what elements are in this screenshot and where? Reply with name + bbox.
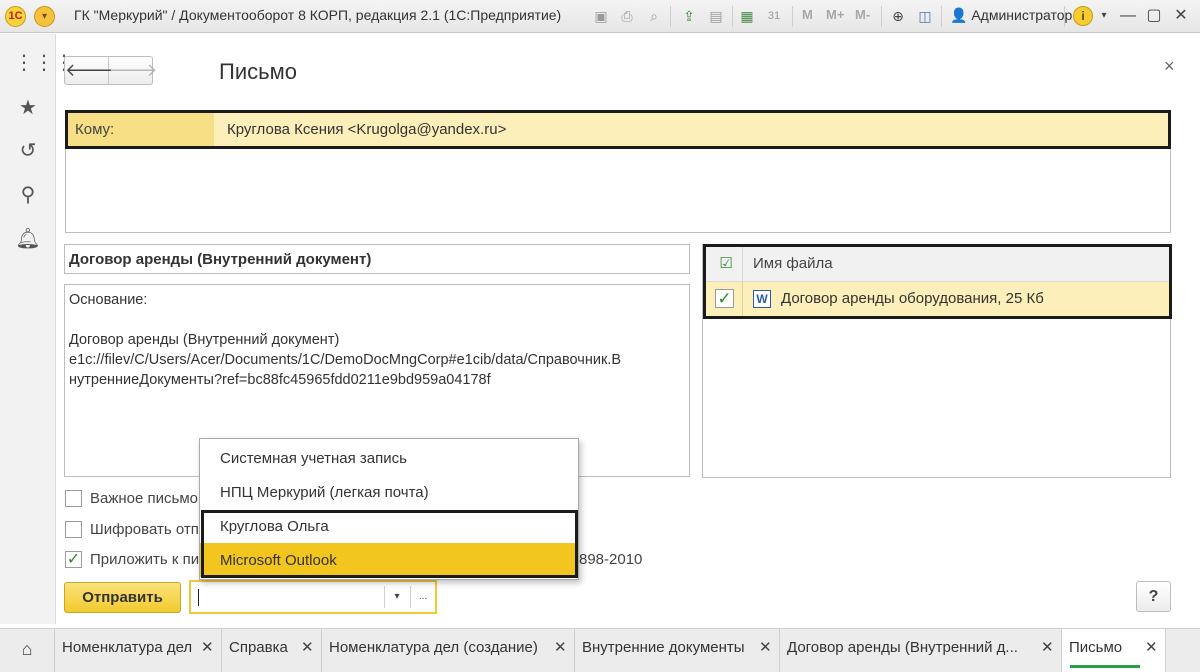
tab-label: Письмо: [1069, 639, 1123, 656]
preview-icon[interactable]: ⌕: [645, 6, 663, 26]
recipient-row[interactable]: Кому: Круглова Ксения <Krugolga@yandex.r…: [65, 110, 1171, 149]
apps-grid-icon[interactable]: ⋮⋮⋮: [14, 49, 74, 77]
help-button[interactable]: ?: [1136, 581, 1171, 612]
panels-icon[interactable]: ◫: [916, 6, 934, 26]
tab-label: Внутренние документы: [582, 639, 745, 656]
toolbar-separator: [792, 6, 793, 27]
toolbar-separator: [941, 6, 942, 27]
chevron-down-icon[interactable]: ▾: [1095, 6, 1113, 26]
forward-button[interactable]: 🡒: [109, 57, 157, 84]
dropdown-item[interactable]: НПЦ Меркурий (легкая почта): [200, 475, 578, 509]
upload-icon[interactable]: ⇪: [680, 6, 698, 26]
minimize-icon[interactable]: —: [1117, 4, 1139, 28]
close-tab-icon[interactable]: ✕: [201, 638, 214, 656]
send-button[interactable]: Отправить: [64, 582, 181, 613]
close-form-icon[interactable]: ×: [1164, 56, 1175, 77]
toolbar-separator: [881, 6, 882, 27]
history-icon[interactable]: ↺: [14, 137, 42, 165]
text-caret: [198, 589, 199, 606]
user-name: Администратор: [971, 7, 1073, 23]
memory-minus-button[interactable]: M-: [855, 7, 870, 22]
tab-help[interactable]: Справка ✕: [222, 629, 322, 672]
tab-label: Номенклатура дел (создание): [329, 639, 538, 656]
account-input[interactable]: ▾ ...: [189, 580, 437, 614]
tab-label: Справка: [229, 639, 288, 656]
subject-field[interactable]: Договор аренды (Внутренний документ): [64, 244, 690, 274]
info-icon[interactable]: i: [1073, 6, 1093, 26]
body-line: e1c://filev/C/Users/Acer/Documents/1C/De…: [69, 352, 621, 368]
chevron-down-icon[interactable]: ▾: [387, 586, 407, 608]
body-line: нутренниеДокументы?ref=bc88fc45965fdd021…: [69, 372, 491, 388]
tab-label: Номенклатура дел: [62, 639, 193, 656]
bell-icon[interactable]: 🔔︎: [14, 225, 42, 253]
window-title: ГК "Меркурий" / Документооборот 8 КОРП, …: [74, 7, 562, 23]
body-line: [69, 310, 685, 330]
close-tab-icon[interactable]: ✕: [759, 638, 772, 656]
memory-plus-button[interactable]: M+: [826, 7, 844, 22]
encrypt-label: Шифровать отп: [90, 521, 199, 538]
nav-buttons: 🡐 🡒: [64, 56, 157, 85]
active-tab-indicator: [1070, 665, 1140, 668]
star-icon[interactable]: ★: [14, 94, 42, 122]
1c-logo-icon: 1С: [5, 6, 26, 27]
search-icon[interactable]: ⚲: [14, 181, 42, 209]
close-tab-icon[interactable]: ✕: [301, 638, 314, 656]
recipients-list[interactable]: [65, 149, 1171, 233]
tab-nomenclature[interactable]: Номенклатура дел ✕: [55, 629, 222, 672]
print-icon[interactable]: ⎙: [618, 6, 636, 26]
attach-label: Приложить к пи: [90, 551, 200, 568]
restore-icon[interactable]: ▢: [1143, 4, 1165, 28]
back-button[interactable]: 🡐: [65, 57, 113, 84]
calendar-icon[interactable]: 31: [765, 6, 783, 26]
user-icon: 👤: [950, 7, 968, 23]
window-title-bar: 1С ▾ ГК "Меркурий" / Документооборот 8 К…: [0, 0, 1200, 33]
recipient-value[interactable]: Круглова Ксения <Krugolga@yandex.ru>: [227, 121, 506, 138]
close-icon[interactable]: ✕: [1170, 4, 1192, 28]
field-divider: [410, 586, 411, 608]
field-divider: [384, 586, 385, 608]
toolbar-separator: [732, 6, 733, 27]
sections-sidebar: ⋮⋮⋮ ★ ↺ ⚲ 🔔︎: [0, 34, 74, 624]
attach-label-tail: 898-2010: [579, 551, 643, 568]
current-user[interactable]: 👤 Администратор: [950, 7, 1072, 24]
document-icon[interactable]: ▤: [707, 6, 725, 26]
important-label: Важное письмо: [90, 490, 198, 507]
tab-letter[interactable]: Письмо ✕: [1062, 629, 1166, 672]
calculator-icon[interactable]: ▦: [738, 6, 756, 26]
select-more-button[interactable]: ...: [413, 586, 433, 608]
form-title: Письмо: [219, 59, 297, 84]
main-menu-button[interactable]: ▾: [34, 6, 55, 27]
important-checkbox[interactable]: [65, 490, 82, 507]
encrypt-checkbox[interactable]: [65, 521, 82, 538]
tab-nomenclature-create[interactable]: Номенклатура дел (создание) ✕: [322, 629, 575, 672]
tab-rent-contract[interactable]: Договор аренды (Внутренний д... ✕: [780, 629, 1062, 672]
body-line: Договор аренды (Внутренний документ): [69, 332, 340, 348]
attach-checkbox[interactable]: ✓: [65, 551, 82, 568]
save-icon[interactable]: ▣: [592, 6, 610, 26]
zoom-icon[interactable]: ⊕: [889, 6, 907, 26]
close-tab-icon[interactable]: ✕: [1041, 638, 1054, 656]
open-windows-bar: ⌂ Номенклатура дел ✕ Справка ✕ Номенклат…: [0, 628, 1200, 672]
dropdown-highlight-frame: [201, 510, 578, 578]
close-tab-icon[interactable]: ✕: [1145, 638, 1158, 656]
recipient-label: Кому:: [68, 113, 214, 146]
home-icon[interactable]: ⌂: [0, 629, 55, 672]
close-tab-icon[interactable]: ✕: [554, 638, 567, 656]
memory-m-button[interactable]: M: [802, 7, 813, 22]
toolbar-separator: [1064, 6, 1065, 27]
dropdown-item[interactable]: Системная учетная запись: [200, 441, 578, 475]
tab-internal-docs[interactable]: Внутренние документы ✕: [575, 629, 780, 672]
tab-label: Договор аренды (Внутренний д...: [787, 639, 1018, 656]
toolbar-separator: [670, 6, 671, 27]
body-line: Основание:: [69, 292, 148, 308]
attachments-highlight-frame: [703, 244, 1172, 319]
